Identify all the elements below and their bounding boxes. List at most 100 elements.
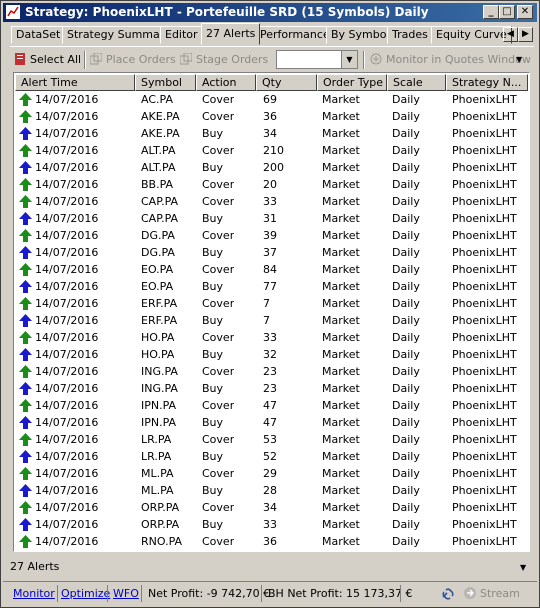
link-icon[interactable] — [440, 586, 456, 602]
wfo-link[interactable]: WFO — [113, 587, 139, 600]
table-row[interactable]: 14/07/2016 ERF.PA Buy 7 Market Daily PhoenixLH… — [15, 312, 528, 329]
cover-arrow-icon — [19, 467, 32, 480]
table-row[interactable]: 14/07/2016 ING.PA Cover 23 Market Daily Phoeni… — [15, 363, 528, 380]
table-row[interactable]: 14/07/2016 ORP.PA Cover 34 Market Daily Phoeni… — [15, 499, 528, 516]
column-action[interactable]: Action — [196, 74, 256, 91]
row-scale: Daily — [392, 450, 420, 463]
row-order-type: Market — [322, 348, 360, 361]
row-action: Buy — [202, 212, 224, 225]
row-symbol: ERF.PA — [141, 297, 178, 310]
row-symbol: HO.PA — [141, 348, 175, 361]
row-strategy-name: PhoenixLHT — [452, 450, 517, 463]
row-strategy-name: PhoenixLHT — [452, 382, 517, 395]
row-qty: 200 — [263, 161, 284, 174]
title-bar[interactable]: Strategy: PhoenixLHT - Portefeuille SRD … — [3, 3, 537, 22]
row-strategy-name: PhoenixLHT — [452, 280, 517, 293]
select-all-button[interactable]: Select All — [14, 51, 81, 69]
tab-trades[interactable]: Trades — [387, 26, 433, 44]
tab-editor[interactable]: Editor — [160, 26, 203, 44]
table-row[interactable]: 14/07/2016 ALT.PA Buy 200 Market Daily Phoenix… — [15, 159, 528, 176]
table-row[interactable]: 14/07/2016 BB.PA Cover 20 Market Daily Phoenix… — [15, 176, 528, 193]
tab-dataset[interactable]: DataSet — [11, 26, 66, 44]
column-strategy-name[interactable]: Strategy N... — [446, 74, 528, 91]
row-order-type: Market — [322, 365, 360, 378]
table-row[interactable]: 14/07/2016 ING.PA Buy 23 Market Daily PhoenixL… — [15, 380, 528, 397]
row-strategy-name: PhoenixLHT — [452, 144, 517, 157]
table-row[interactable]: 14/07/2016 EO.PA Buy 77 Market Daily PhoenixLH… — [15, 278, 528, 295]
table-row[interactable]: 14/07/2016 DG.PA Cover 39 Market Daily Phoenix… — [15, 227, 528, 244]
minimize-button[interactable]: _ — [483, 5, 499, 19]
row-order-type: Market — [322, 263, 360, 276]
table-row[interactable]: 14/07/2016 RNO.PA Cover 36 Market Daily Phoeni… — [15, 533, 528, 550]
stage-orders-icon — [180, 53, 192, 65]
stage-orders-button[interactable]: Stage Orders — [180, 51, 268, 69]
row-qty: 210 — [263, 144, 284, 157]
row-symbol: DG.PA — [141, 229, 175, 242]
table-row[interactable]: 14/07/2016 ALT.PA Cover 210 Market Daily Phoen… — [15, 142, 528, 159]
row-symbol: CAP.PA — [141, 212, 179, 225]
row-symbol: EO.PA — [141, 280, 174, 293]
column-order-type[interactable]: Order Type — [317, 74, 387, 91]
tab-scroll-right-icon[interactable]: ▶ — [518, 27, 533, 42]
tab-alerts[interactable]: 27 Alerts — [201, 23, 261, 45]
row-qty: 33 — [263, 518, 277, 531]
table-row[interactable]: 14/07/2016 LR.PA Buy 52 Market Daily PhoenixLH… — [15, 448, 528, 465]
table-row[interactable]: 14/07/2016 AKE.PA Buy 34 Market Daily PhoenixL… — [15, 125, 528, 142]
row-symbol: IPN.PA — [141, 416, 177, 429]
tab-performance[interactable]: Performance — [255, 26, 335, 44]
order-combo[interactable]: ▼ — [276, 50, 358, 69]
close-button[interactable]: ✕ — [517, 5, 533, 19]
row-symbol: RNO.PA — [141, 535, 183, 548]
buy-arrow-icon — [19, 348, 32, 361]
table-row[interactable]: 14/07/2016 IPN.PA Buy 47 Market Daily PhoenixL… — [15, 414, 528, 431]
status-overflow-icon[interactable]: ▼ — [520, 563, 526, 572]
table-row[interactable]: 14/07/2016 IPN.PA Cover 47 Market Daily Phoeni… — [15, 397, 528, 414]
table-row[interactable]: 14/07/2016 AC.PA Cover 69 Market Daily Phoenix… — [15, 91, 528, 108]
row-strategy-name: PhoenixLHT — [452, 467, 517, 480]
table-row[interactable]: 14/07/2016 DG.PA Buy 37 Market Daily PhoenixLH… — [15, 244, 528, 261]
tab-strategy-summary[interactable]: Strategy Summary — [62, 26, 176, 44]
row-alert-time: 14/07/2016 — [35, 382, 99, 395]
table-row[interactable]: 14/07/2016 ERF.PA Cover 7 Market Daily Phoenix… — [15, 295, 528, 312]
table-row[interactable]: 14/07/2016 ML.PA Cover 29 Market Daily Phoenix… — [15, 465, 528, 482]
table-row[interactable]: 14/07/2016 CAP.PA Cover 33 Market Daily Phoeni… — [15, 193, 528, 210]
tab-scroll-left-icon[interactable]: ◀ — [503, 27, 518, 42]
table-row[interactable]: 14/07/2016 HO.PA Buy 32 Market Daily PhoenixLH… — [15, 346, 528, 363]
table-row[interactable]: 14/07/2016 ORP.PA Buy 33 Market Daily PhoenixL… — [15, 516, 528, 533]
row-action: Cover — [202, 433, 235, 446]
select-all-icon — [15, 53, 25, 65]
table-row[interactable]: 14/07/2016 ML.PA Buy 28 Market Daily PhoenixLH… — [15, 482, 528, 499]
row-order-type: Market — [322, 314, 360, 327]
place-orders-button[interactable]: Place Orders — [90, 51, 176, 69]
cover-arrow-icon — [19, 178, 32, 191]
tab-by-symbol[interactable]: By Symbol — [326, 26, 395, 44]
row-order-type: Market — [322, 501, 360, 514]
row-action: Cover — [202, 178, 235, 191]
row-order-type: Market — [322, 297, 360, 310]
table-row[interactable]: 14/07/2016 EO.PA Cover 84 Market Daily Phoenix… — [15, 261, 528, 278]
cover-arrow-icon — [19, 263, 32, 276]
monitor-link[interactable]: Monitor — [13, 587, 55, 600]
column-qty[interactable]: Qty — [256, 74, 317, 91]
table-row[interactable]: 14/07/2016 CAP.PA Buy 31 Market Daily PhoenixL… — [15, 210, 528, 227]
column-symbol[interactable]: Symbol — [135, 74, 196, 91]
row-action: Buy — [202, 518, 224, 531]
row-strategy-name: PhoenixLHT — [452, 433, 517, 446]
monitor-quotes-button[interactable]: Monitor in Quotes Window — [370, 51, 531, 69]
row-symbol: HO.PA — [141, 331, 175, 344]
table-row[interactable]: 14/07/2016 LR.PA Cover 53 Market Daily Phoenix… — [15, 431, 528, 448]
maximize-button[interactable]: □ — [499, 5, 515, 19]
column-scale[interactable]: Scale — [387, 74, 446, 91]
tab-equity-curve[interactable]: Equity Curve — [431, 26, 512, 44]
place-orders-icon — [90, 53, 102, 65]
column-alert-time[interactable]: Alert Time — [15, 74, 135, 91]
chevron-down-icon[interactable]: ▼ — [341, 51, 357, 68]
table-row[interactable]: 14/07/2016 HO.PA Cover 33 Market Daily Phoenix… — [15, 329, 528, 346]
toolbar-overflow-icon[interactable]: ▼ — [516, 51, 522, 69]
table-row[interactable]: 14/07/2016 AKE.PA Cover 36 Market Daily Phoeni… — [15, 108, 528, 125]
row-scale: Daily — [392, 178, 420, 191]
row-scale: Daily — [392, 331, 420, 344]
select-all-label: Select All — [30, 53, 82, 66]
stream-button[interactable]: Stream — [480, 587, 520, 600]
optimize-link[interactable]: Optimize — [61, 587, 110, 600]
